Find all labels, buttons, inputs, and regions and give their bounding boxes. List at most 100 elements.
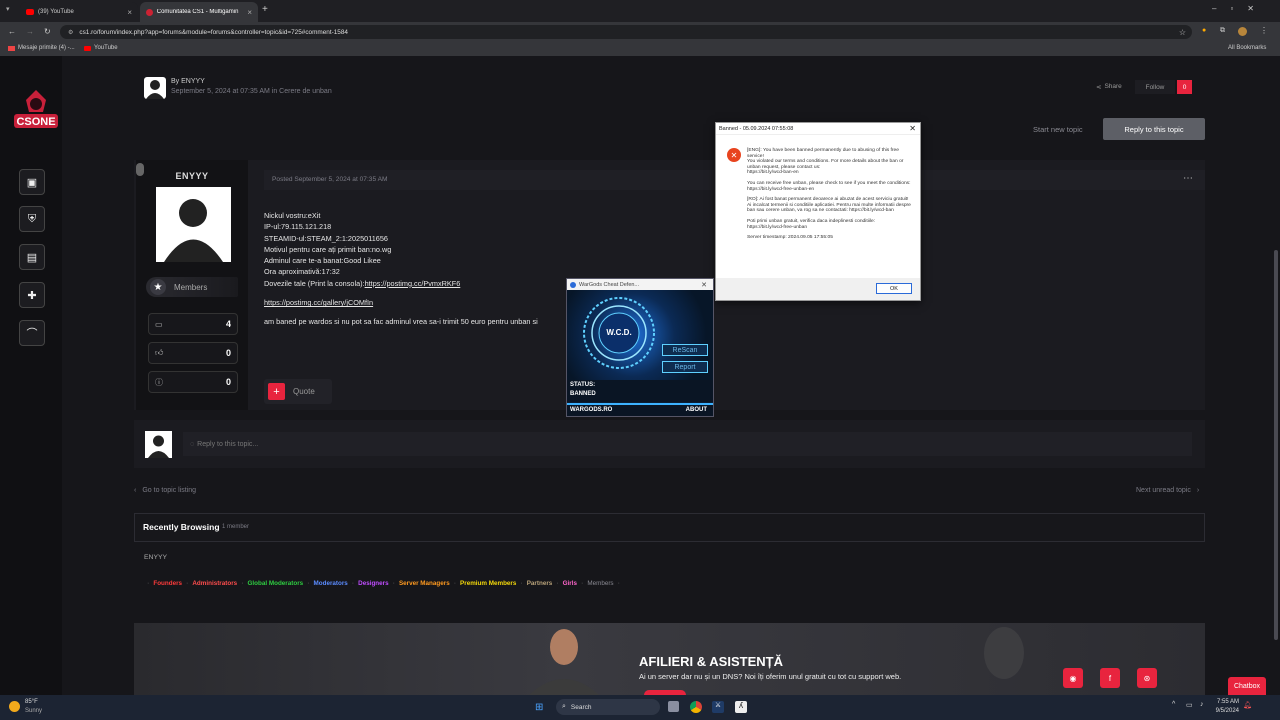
volume-icon[interactable]: ♪ xyxy=(1200,701,1204,708)
next-topic-link[interactable]: Next unread topic › xyxy=(1136,487,1199,494)
reply-placeholder: Reply to this topic... xyxy=(197,440,259,448)
app-taskbar-icon[interactable]: ʎ xyxy=(735,701,747,713)
wargods-site-link[interactable]: WARGODS.RO xyxy=(570,407,612,413)
blade-icon: ⌒ xyxy=(26,328,38,340)
tab-youtube[interactable]: (39) YouTube × xyxy=(20,2,138,22)
group-legend-item[interactable]: Founders xyxy=(153,580,182,587)
weather-temp[interactable]: 85°F xyxy=(25,699,38,705)
comment-icon: ▭ xyxy=(155,319,163,329)
tab-cs1[interactable]: Comunitatea CS1 - Multigamin × xyxy=(140,2,258,22)
blade-nav-button[interactable]: ⌒ xyxy=(19,320,45,346)
tray-chevron-icon[interactable]: ^ xyxy=(1172,701,1175,708)
ban-text: Ai incalcat termenii si conditiile aplic… xyxy=(747,202,911,214)
site-info-icon[interactable]: ⚙ xyxy=(68,29,73,36)
report-button[interactable]: Report xyxy=(662,361,708,373)
close-icon[interactable]: × xyxy=(127,8,132,17)
post-body: Nickul vostru:eXit IP-ul:79.115.121.218 … xyxy=(264,210,554,328)
notification-bell-icon[interactable]: 🔔︎ xyxy=(1243,701,1252,709)
extension-icon[interactable]: ● xyxy=(1202,27,1206,34)
quote-button[interactable]: + Quote xyxy=(264,379,332,404)
post-options-icon[interactable]: ⋯ xyxy=(1183,173,1193,184)
address-row: ← → ↻ ⚙ cs1.ro/forum/index.php?app=forum… xyxy=(0,22,1280,42)
posts-count-stat: ▭ 4 xyxy=(148,313,238,335)
chat-nav-button[interactable]: ▣ xyxy=(19,169,45,195)
chrome-taskbar-icon[interactable] xyxy=(690,701,702,713)
cs-taskbar-icon[interactable]: ⚔ xyxy=(712,701,724,713)
discord-icon[interactable]: ◉ xyxy=(1063,668,1083,688)
site-favicon xyxy=(146,8,153,16)
author-avatar[interactable] xyxy=(156,187,231,262)
ban-dialog-titlebar: Banned - 05.09.2024 07:55:08 ✕ xyxy=(716,123,920,135)
reload-icon[interactable]: ↻ xyxy=(44,27,51,36)
back-icon[interactable]: ← xyxy=(8,27,16,36)
post-date: Posted September 5, 2024 at 07:35 AM xyxy=(272,176,388,183)
group-legend-item[interactable]: Girls xyxy=(563,580,577,587)
prev-topic-link[interactable]: ‹ Go to topic listing xyxy=(134,487,196,494)
clock-time[interactable]: 7:55 AM xyxy=(1213,699,1239,705)
close-icon[interactable]: × xyxy=(247,8,252,17)
cs1-logo[interactable]: CSONE xyxy=(10,86,62,138)
menu-icon[interactable]: ⋮ xyxy=(1260,26,1268,35)
topic-author[interactable]: By ENYYY xyxy=(171,78,205,85)
rescan-button[interactable]: ReScan xyxy=(662,344,708,356)
browsing-user[interactable]: ENYYY xyxy=(144,554,167,561)
shield-nav-button[interactable]: ⛨ xyxy=(19,206,45,232)
extensions-icon[interactable]: ⧉ xyxy=(1220,27,1225,35)
legend-separator: · xyxy=(147,580,150,587)
about-link[interactable]: ABOUT xyxy=(686,407,707,413)
wcd-logo-text: W.C.D. xyxy=(606,328,632,337)
bookmark-star-icon[interactable]: ☆ xyxy=(1179,28,1186,37)
start-new-topic-link[interactable]: Start new topic xyxy=(1033,125,1083,134)
taskbar-search[interactable]: ⌕ Search xyxy=(556,699,660,715)
chatbox-button[interactable]: Chatbox xyxy=(1228,677,1266,695)
steam-icon[interactable]: ⊛ xyxy=(1137,668,1157,688)
ban-text: [RO]: Ai fost banat permanent deoarece a… xyxy=(747,197,909,203)
close-icon[interactable]: ✕ xyxy=(701,281,707,289)
author-name[interactable]: ENYYY xyxy=(136,171,248,181)
group-legend-item[interactable]: Administrators xyxy=(192,580,237,587)
url-bar[interactable]: ⚙ cs1.ro/forum/index.php?app=forums&modu… xyxy=(60,25,1192,39)
window-controls[interactable]: –▫✕ xyxy=(1212,4,1268,13)
svg-text:CSONE: CSONE xyxy=(16,116,55,128)
next-label: Next unread topic xyxy=(1136,487,1191,494)
group-legend-item[interactable]: Global Moderators xyxy=(248,580,304,587)
profile-avatar[interactable] xyxy=(1238,27,1247,36)
share-button[interactable]: ⋖ Share xyxy=(1096,83,1122,91)
clock-date[interactable]: 9/5/2024 xyxy=(1209,708,1239,714)
post-line: STEAMID-ul:STEAM_2:1:2025011656 xyxy=(264,233,388,243)
facebook-icon[interactable]: f xyxy=(1100,668,1120,688)
document-nav-button[interactable]: ▤ xyxy=(19,244,45,270)
reply-input[interactable]: ◌ Reply to this topic... xyxy=(183,432,1192,456)
evidence-link[interactable]: https://postimg.cc/PvmxRKF6 xyxy=(365,279,461,288)
author-avatar-small[interactable] xyxy=(144,77,166,99)
tray-icon[interactable]: ▭ xyxy=(1186,701,1193,709)
bookmark-youtube[interactable]: YouTube xyxy=(84,45,118,51)
promo-banner: AFILIERI & ASISTENȚĂ Ai un server dar nu… xyxy=(134,623,1205,695)
new-tab-button[interactable]: + xyxy=(262,4,268,15)
close-icon[interactable]: ✕ xyxy=(909,124,916,133)
gamepad-nav-button[interactable]: ✚ xyxy=(19,282,45,308)
task-view-icon[interactable] xyxy=(668,701,679,712)
weather-label[interactable]: Sunny xyxy=(25,708,42,714)
reply-to-topic-button[interactable]: Reply to this topic xyxy=(1103,118,1205,140)
legend-separator: · xyxy=(186,580,189,587)
all-bookmarks[interactable]: All Bookmarks xyxy=(1228,45,1266,51)
gallery-link[interactable]: https://postimg.cc/gallery/jCOMfIn xyxy=(264,297,554,308)
share-icon: ⋖ xyxy=(1096,84,1102,91)
tab-title: (39) YouTube xyxy=(38,9,74,15)
legend-separator: · xyxy=(617,580,620,587)
follow-button[interactable]: Follow xyxy=(1135,80,1175,94)
bookmark-mail[interactable]: Mesaje primite (4) -... xyxy=(8,45,75,51)
group-legend-item[interactable]: Members xyxy=(587,580,613,587)
start-icon[interactable]: ⊞ xyxy=(535,702,543,713)
group-legend-item[interactable]: Server Managers xyxy=(399,580,450,587)
tab-search-icon[interactable]: ▾ xyxy=(6,5,10,13)
page-scrollbar[interactable] xyxy=(1274,250,1278,640)
group-legend-item[interactable]: Moderators xyxy=(314,580,348,587)
group-legend-item[interactable]: Designers xyxy=(358,580,388,587)
group-legend-item[interactable]: Premium Members xyxy=(460,580,516,587)
group-legend: · Founders · Administrators · Global Moderato… xyxy=(143,580,624,587)
group-legend-item[interactable]: Partners xyxy=(527,580,553,587)
forward-icon[interactable]: → xyxy=(26,27,34,36)
ok-button[interactable]: OK xyxy=(876,283,912,294)
